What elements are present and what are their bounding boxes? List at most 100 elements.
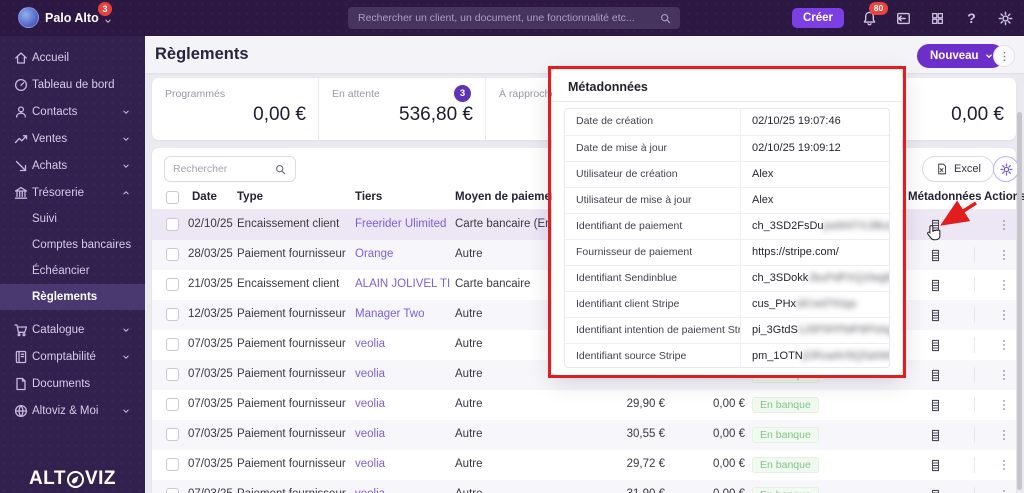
- row-actions-button[interactable]: [995, 245, 1013, 265]
- create-button[interactable]: Créer: [791, 8, 844, 28]
- kebab-icon: [997, 428, 1011, 442]
- cell-tiers-link[interactable]: ALAIN JOLIVEL TI: [355, 278, 450, 290]
- col-metadonnees[interactable]: Métadonnées: [908, 191, 982, 203]
- col-moyen[interactable]: Moyen de paiement: [455, 191, 562, 203]
- metadata-value: 02/10/25 19:07:46: [752, 115, 841, 127]
- import-button[interactable]: [895, 10, 912, 27]
- row-checkbox[interactable]: [166, 428, 179, 441]
- metadata-button[interactable]: [924, 275, 946, 295]
- new-payment-button[interactable]: Nouveau: [917, 44, 1004, 68]
- metadata-button[interactable]: [924, 395, 946, 415]
- cell-type: Paiement fournisseur: [237, 368, 346, 380]
- metadata-button[interactable]: [924, 455, 946, 475]
- cell-tiers-link[interactable]: Orange: [355, 248, 393, 260]
- sidebar-item-altoviz-moi[interactable]: Altoviz & Moi: [0, 397, 145, 424]
- row-checkbox[interactable]: [166, 368, 179, 381]
- col-type[interactable]: Type: [237, 191, 263, 203]
- metadata-button[interactable]: [924, 425, 946, 445]
- sidebar-item-accueil[interactable]: Accueil: [0, 44, 145, 71]
- sidebar-item-documents[interactable]: Documents: [0, 370, 145, 397]
- col-tiers[interactable]: Tiers: [355, 191, 382, 203]
- table-search-input[interactable]: Rechercher: [164, 156, 296, 182]
- excel-export-button[interactable]: Excel: [922, 156, 994, 182]
- table-row[interactable]: 07/03/25 Paiement fournisseur veolia Autre 3…: [152, 420, 1016, 450]
- row-checkbox[interactable]: [166, 218, 179, 231]
- table-settings-button[interactable]: [993, 156, 1019, 182]
- table-row[interactable]: 07/03/25 Paiement fournisseur veolia Autre 2…: [152, 390, 1016, 420]
- metadata-popup-title: Métadonnées: [568, 80, 648, 94]
- row-checkbox[interactable]: [166, 308, 179, 321]
- table-row[interactable]: 07/03/25 Paiement fournisseur veolia Autre 2…: [152, 450, 1016, 480]
- kebab-icon: [997, 398, 1011, 412]
- cell-tiers-link[interactable]: veolia: [355, 458, 385, 470]
- row-checkbox[interactable]: [166, 398, 179, 411]
- cell-tiers-link[interactable]: veolia: [355, 338, 385, 350]
- row-actions-button[interactable]: [995, 485, 1013, 493]
- sidebar-item-tableau-de-bord[interactable]: Tableau de bord: [0, 71, 145, 98]
- metadata-icon: [928, 338, 943, 353]
- global-search-placeholder: Rechercher un client, un document, une f…: [358, 12, 635, 24]
- metadata-row: Utilisateur de mise à jour Alex: [565, 187, 889, 213]
- row-actions-button[interactable]: [995, 275, 1013, 295]
- cell-residual: 0,00 €: [665, 488, 745, 493]
- notifications-button[interactable]: 80: [861, 1, 888, 27]
- company-switcher[interactable]: Palo Alto 3: [18, 2, 113, 28]
- row-actions-button[interactable]: [995, 425, 1013, 445]
- metadata-button[interactable]: [924, 245, 946, 265]
- row-actions-button[interactable]: [995, 365, 1013, 385]
- select-all-checkbox[interactable]: [166, 191, 179, 204]
- row-checkbox[interactable]: [166, 458, 179, 471]
- cell-date: 07/03/25: [188, 368, 233, 380]
- sidebar-item--ch-ancier[interactable]: Échéancier: [0, 258, 145, 284]
- row-checkbox[interactable]: [166, 248, 179, 261]
- sidebar-item-suivi[interactable]: Suivi: [0, 206, 145, 232]
- cell-tiers-link[interactable]: veolia: [355, 368, 385, 380]
- col-date[interactable]: Date: [192, 191, 217, 203]
- kebab-icon: [997, 338, 1011, 352]
- sidebar-item-comptabilit-[interactable]: Comptabilité: [0, 343, 145, 370]
- metadata-label: Identifiant de paiement: [565, 214, 741, 239]
- metadata-button[interactable]: [924, 485, 946, 493]
- row-actions-button[interactable]: [995, 215, 1013, 235]
- row-actions-button[interactable]: [995, 305, 1013, 325]
- sidebar-item-contacts[interactable]: Contacts: [0, 98, 145, 125]
- help-button[interactable]: ?: [963, 10, 980, 27]
- blurred-value: idCwdTKtqa: [796, 298, 856, 310]
- metadata-row: Identifiant de paiement ch_3SD2FsDupwM4TX…: [565, 213, 889, 239]
- cell-moyen: Autre: [455, 398, 483, 410]
- metadata-button[interactable]: [924, 215, 946, 235]
- cell-date: 07/03/25: [188, 488, 233, 493]
- row-checkbox[interactable]: [166, 278, 179, 291]
- page-more-button[interactable]: [993, 45, 1015, 67]
- cell-tiers-link[interactable]: Freerider Ulimited: [355, 218, 446, 230]
- sidebar-item-r-glements[interactable]: Règlements: [0, 284, 145, 310]
- sidebar-item-tr-sorerie[interactable]: Trésorerie: [0, 179, 145, 206]
- sidebar-item-label: Tableau de bord: [32, 78, 115, 91]
- cell-date: 07/03/25: [188, 458, 233, 470]
- row-actions-button[interactable]: [995, 395, 1013, 415]
- vertical-scrollbar[interactable]: [1017, 112, 1022, 490]
- global-search-input[interactable]: Rechercher un client, un document, une f…: [348, 7, 680, 29]
- cell-tiers-link[interactable]: Manager Two: [355, 308, 424, 320]
- metadata-button[interactable]: [924, 305, 946, 325]
- sidebar-item-catalogue[interactable]: Catalogue: [0, 316, 145, 343]
- sidebar-item-ventes[interactable]: Ventes: [0, 125, 145, 152]
- row-checkbox[interactable]: [166, 338, 179, 351]
- metadata-button[interactable]: [924, 335, 946, 355]
- cell-tiers-link[interactable]: veolia: [355, 428, 385, 440]
- apps-button[interactable]: [929, 10, 946, 27]
- sidebar-item-comptes-bancaires[interactable]: Comptes bancaires: [0, 232, 145, 258]
- row-checkbox[interactable]: [166, 488, 179, 493]
- cell-moyen: Autre: [455, 338, 483, 350]
- row-actions-button[interactable]: [995, 455, 1013, 475]
- sidebar-item-achats[interactable]: Achats: [0, 152, 145, 179]
- status-badge: En banque: [752, 487, 819, 493]
- cell-tiers-link[interactable]: veolia: [355, 398, 385, 410]
- row-actions-button[interactable]: [995, 335, 1013, 355]
- company-logo: [18, 7, 39, 28]
- metadata-button[interactable]: [924, 365, 946, 385]
- stat-label: Programmés: [165, 88, 226, 100]
- cell-tiers-link[interactable]: veolia: [355, 488, 385, 493]
- settings-button[interactable]: [997, 10, 1014, 27]
- table-row[interactable]: 07/03/25 Paiement fournisseur veolia Autre 3…: [152, 480, 1016, 493]
